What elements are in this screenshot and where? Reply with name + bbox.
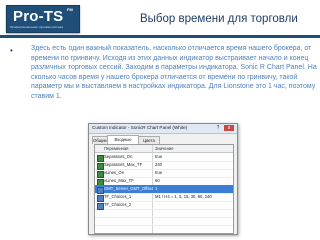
indicator-settings-dialog: Custom Indicator - SonicR Chart Panel (W… [88,123,238,235]
parameter-name: vLines_On [104,170,125,175]
column-header-variable[interactable]: Переменная [104,145,128,152]
parameter-name: TF_Choices_2 [104,202,132,207]
parameter-name: GMT_Server_GMT_Offset [104,186,154,191]
parameter-value[interactable]: M1 / H4 = 1, 5, 15, 30, 60, 240 [155,193,212,201]
parameters-table: Переменная Значение Separators_On true S… [94,144,234,234]
parameter-name: Separators_On [104,154,133,159]
tab-colors[interactable]: Цвета [138,136,160,144]
slide-header: Pro-TS FM Профессиональная торговая сист… [0,0,320,40]
parameter-value[interactable]: 60 [155,177,160,185]
bullet-marker: • [10,46,13,55]
parameter-name: vLines_Max_TF [104,178,134,183]
table-row[interactable] [95,225,233,233]
close-icon[interactable]: x [224,125,234,131]
logo-badge: FM [67,7,73,12]
header-divider [0,35,320,38]
help-icon[interactable]: ? [215,125,221,131]
logo-tagline: Профессиональная торговая система [10,25,63,29]
slide-paragraph: Здесь есть один важный показатель, наско… [31,45,317,100]
dialog-title: Custom Indicator - SonicR Chart Panel (W… [92,125,188,130]
table-header: Переменная Значение [95,145,233,153]
tab-input-parameters[interactable]: Входные параметры [107,135,139,149]
slide-title: Выбор времени для торговли [140,13,298,25]
pro-ts-logo: Pro-TS FM Профессиональная торговая сист… [6,5,80,33]
logo-name: Pro-TS [13,8,64,25]
column-header-value[interactable]: Значение [155,145,174,152]
parameter-name: Separators_Max_TF [104,162,143,167]
parameter-value[interactable]: true [155,153,162,161]
dialog-title-bar: Custom Indicator - SonicR Chart Panel (W… [89,124,237,134]
parameter-value[interactable]: true [155,169,162,177]
tab-common[interactable]: Общие [92,136,108,144]
parameter-value[interactable]: 240 [155,161,162,169]
parameter-name: TF_Choices_1 [104,194,132,199]
parameter-value[interactable]: 1 [155,185,157,193]
